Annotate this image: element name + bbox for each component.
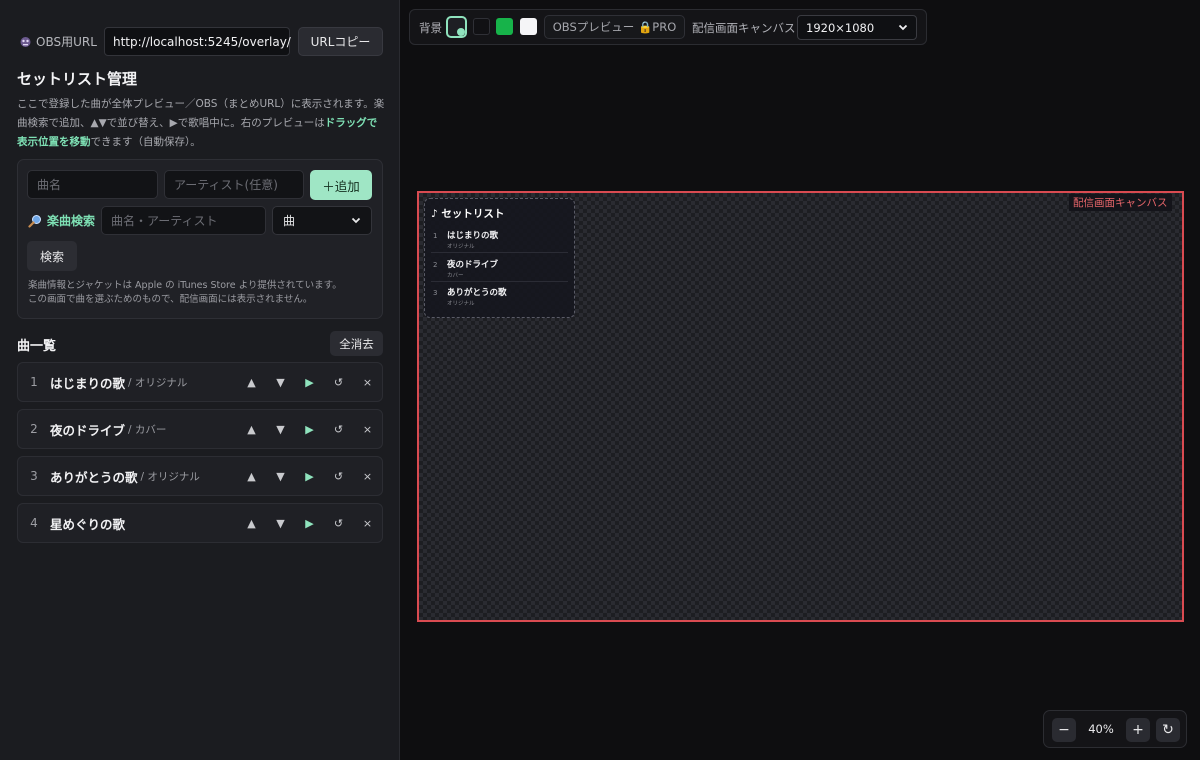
song-search-text: 楽曲検索 — [47, 214, 96, 228]
resolution-value: 1920×1080 — [806, 20, 875, 35]
move-down-button[interactable]: ▼ — [266, 370, 295, 394]
song-name: 夜のドライブ — [50, 422, 126, 438]
app-root: OBS用URL http://localhost:5245/overlay/ U… — [0, 0, 1200, 760]
artist-placeholder: アーティスト(任意) — [174, 178, 278, 192]
play-button[interactable]: ▶ — [295, 464, 324, 488]
song-type: / オリジナル — [128, 376, 188, 389]
zoom-in-button[interactable]: + — [1126, 718, 1150, 742]
song-name-placeholder: 曲名 — [37, 178, 62, 192]
overlay-item-sub: オリジナル — [447, 301, 475, 307]
overlay-item-index: 3 — [433, 289, 438, 297]
reset-button[interactable]: ↺ — [324, 464, 353, 488]
reset-button[interactable]: ↺ — [324, 370, 353, 394]
remove-button[interactable]: × — [353, 417, 382, 441]
song-name: ありがとうの歌 — [50, 469, 138, 485]
song-controls: ▲ ▼ ▶ ↺ × — [237, 504, 382, 542]
credit-line-1: 楽曲情報とジャケットは Apple の iTunes Store より提供されて… — [28, 280, 342, 291]
move-down-button[interactable]: ▼ — [266, 511, 295, 535]
overlay-item-title: 夜のドライブ — [447, 260, 499, 270]
move-up-button[interactable]: ▲ — [237, 464, 266, 488]
canvas-size-label: 配信画面キャンバス — [692, 21, 796, 35]
song-list-title: 曲一覧 — [17, 339, 57, 354]
move-up-button[interactable]: ▲ — [237, 417, 266, 441]
reset-button[interactable]: ↺ — [324, 511, 353, 535]
obs-url-input[interactable]: http://localhost:5245/overlay/ — [104, 27, 291, 56]
overlay-title: ♪ セットリスト — [431, 208, 505, 220]
zoom-level: 40% — [1088, 722, 1114, 736]
description-text-end: できます（自動保存）。 — [90, 136, 201, 148]
chevron-down-icon — [898, 21, 908, 35]
overlay-item-title: はじまりの歌 — [447, 231, 499, 241]
overlay-item-title: ありがとうの歌 — [447, 288, 507, 298]
obs-icon — [18, 34, 32, 48]
overlay-divider — [431, 252, 568, 253]
remove-button[interactable]: × — [353, 464, 382, 488]
song-index: 2 — [30, 422, 38, 436]
bg-swatch-checker[interactable] — [446, 16, 467, 38]
song-type: / オリジナル — [140, 470, 200, 483]
song-search-label: 楽曲検索 — [28, 212, 95, 229]
itunes-credit: 楽曲情報とジャケットは Apple の iTunes Store より提供されて… — [28, 279, 378, 307]
obs-url-label: OBS用URL — [36, 34, 97, 49]
overlay-item-index: 1 — [433, 232, 438, 240]
move-down-button[interactable]: ▼ — [266, 464, 295, 488]
search-button[interactable]: 検索 — [27, 241, 77, 271]
song-controls: ▲ ▼ ▶ ↺ × — [237, 363, 382, 401]
overlay-item-sub: オリジナル — [447, 244, 475, 250]
obs-url-value: http://localhost:5245/overlay/ — [113, 34, 291, 49]
song-row: 3 ありがとうの歌 / オリジナル ▲ ▼ ▶ ↺ × — [17, 456, 383, 496]
canvas-label: 配信画面キャンバス — [1069, 194, 1172, 211]
song-index: 4 — [30, 516, 38, 530]
play-button[interactable]: ▶ — [295, 511, 324, 535]
search-query-placeholder: 曲名・アーティスト — [111, 214, 218, 228]
obs-preview-button[interactable]: OBSプレビュー 🔒PRO — [544, 15, 685, 39]
song-name: はじまりの歌 — [50, 375, 126, 391]
artist-input[interactable]: アーティスト(任意) — [164, 170, 304, 199]
zoom-out-button[interactable]: − — [1052, 718, 1076, 742]
search-type-select[interactable]: 曲 — [272, 206, 372, 235]
clear-all-button[interactable]: 全消去 — [330, 331, 383, 356]
search-query-input[interactable]: 曲名・アーティスト — [101, 206, 266, 235]
song-name: 星めぐりの歌 — [50, 516, 126, 532]
add-button[interactable]: ＋追加 — [310, 170, 372, 200]
play-button[interactable]: ▶ — [295, 417, 324, 441]
song-index: 3 — [30, 469, 38, 483]
page-title: セットリスト管理 — [17, 70, 138, 88]
description: ここで登録した曲が全体プレビュー／OBS（まとめURL）に表示されます。楽曲検索… — [17, 95, 385, 152]
url-copy-button[interactable]: URLコピー — [298, 27, 383, 56]
song-name-input[interactable]: 曲名 — [27, 170, 158, 199]
bg-swatch-green[interactable] — [496, 18, 513, 35]
song-index: 1 — [30, 375, 38, 389]
resolution-select[interactable]: 1920×1080 — [797, 15, 917, 40]
move-down-button[interactable]: ▼ — [266, 417, 295, 441]
move-up-button[interactable]: ▲ — [237, 511, 266, 535]
move-up-button[interactable]: ▲ — [237, 370, 266, 394]
song-row: 1 はじまりの歌 / オリジナル ▲ ▼ ▶ ↺ × — [17, 362, 383, 402]
song-controls: ▲ ▼ ▶ ↺ × — [237, 457, 382, 495]
search-icon — [28, 214, 42, 228]
search-type-value: 曲 — [283, 214, 296, 228]
remove-button[interactable]: × — [353, 370, 382, 394]
zoom-reset-button[interactable]: ↻ — [1156, 718, 1180, 742]
song-controls: ▲ ▼ ▶ ↺ × — [237, 410, 382, 448]
song-type: / カバー — [128, 423, 167, 436]
song-row: 4 星めぐりの歌 ▲ ▼ ▶ ↺ × — [17, 503, 383, 543]
overlay-item-index: 2 — [433, 261, 438, 269]
background-label: 背景 — [419, 21, 442, 35]
song-row: 2 夜のドライブ / カバー ▲ ▼ ▶ ↺ × — [17, 409, 383, 449]
overlay-item-sub: カバー — [447, 273, 464, 279]
overlay-divider — [431, 281, 568, 282]
play-button[interactable]: ▶ — [295, 370, 324, 394]
remove-button[interactable]: × — [353, 511, 382, 535]
bg-swatch-white[interactable] — [520, 18, 537, 35]
obs-url-row: OBS用URL — [18, 26, 105, 56]
bg-swatch-dark[interactable] — [473, 18, 490, 35]
reset-button[interactable]: ↺ — [324, 417, 353, 441]
chevron-down-icon — [351, 214, 361, 228]
credit-line-2: この画面で曲を選ぶためのもので、配信画面には表示されません。 — [28, 294, 313, 305]
